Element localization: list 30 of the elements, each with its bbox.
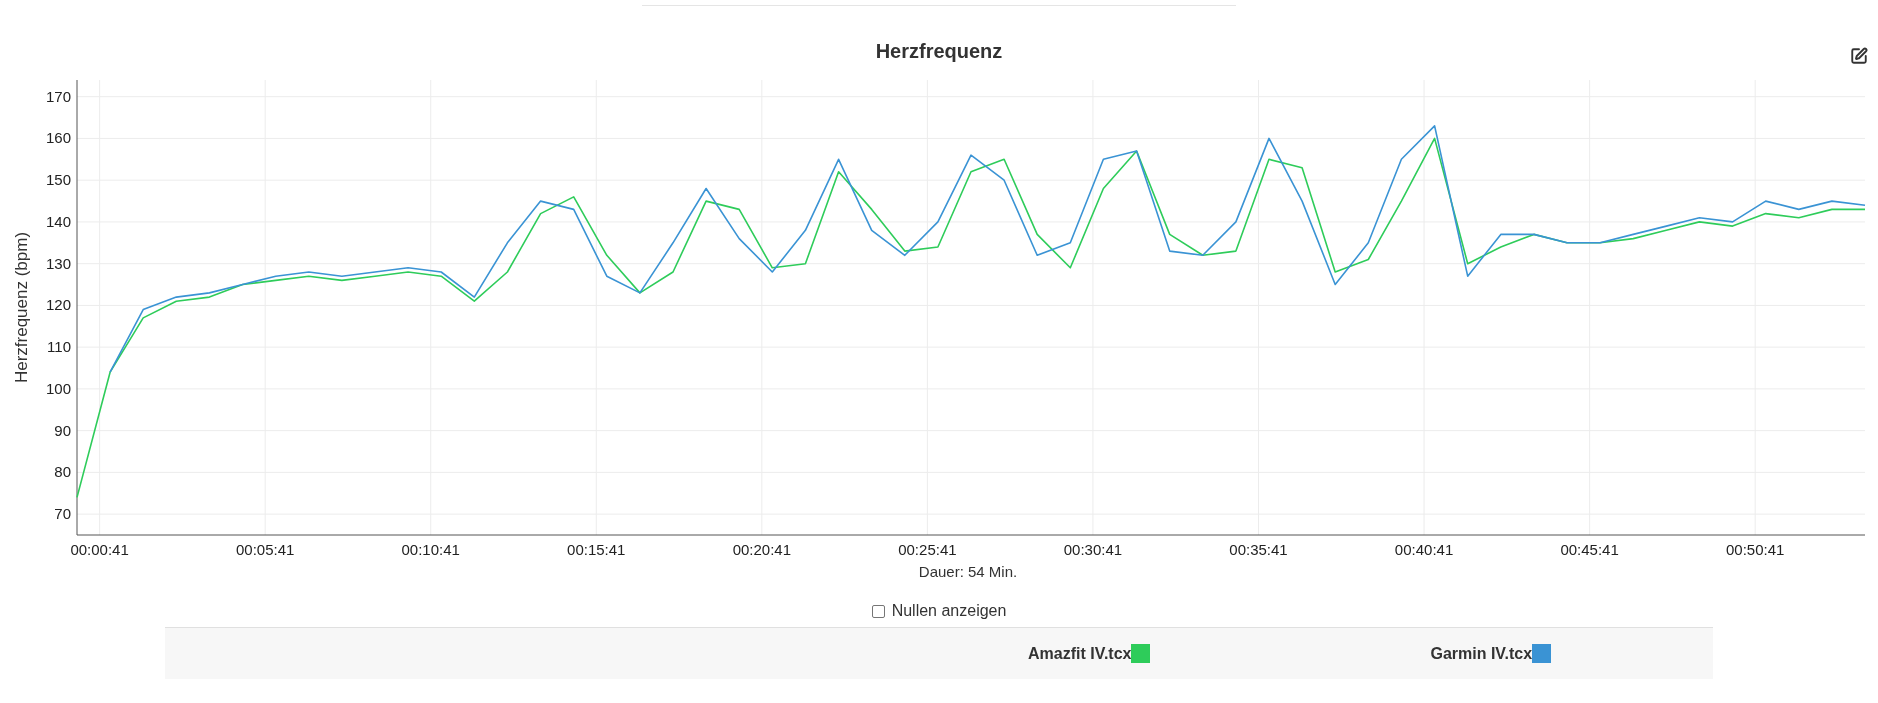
x-axis-label: Dauer: 54 Min. — [918, 563, 1018, 580]
x-tick-label: 00:25:41 — [898, 541, 957, 558]
x-tick-label: 00:50:41 — [1726, 541, 1785, 558]
y-tick-label: 80 — [54, 463, 71, 481]
y-tick-label: 140 — [45, 212, 71, 230]
y-tick-label: 170 — [45, 87, 71, 105]
y-tick-label: 150 — [45, 171, 71, 189]
y-tick-label: 100 — [45, 379, 71, 397]
x-tick-label: 00:35:41 — [1229, 541, 1288, 558]
x-tick-label: 00:30:41 — [1063, 541, 1123, 558]
y-tick-label: 70 — [54, 505, 71, 523]
x-tick-label: 00:10:41 — [401, 541, 460, 558]
x-tick-label: 00:45:41 — [1560, 541, 1619, 558]
y-tick-label: 130 — [45, 254, 71, 272]
x-tick-label: 00:20:41 — [732, 541, 792, 558]
x-tick-label: 00:00:41 — [70, 541, 129, 558]
y-tick-label: 120 — [45, 296, 71, 314]
chart-title: Herzfrequenz — [875, 39, 1003, 64]
y-tick-label: 90 — [54, 421, 71, 439]
legend-label[interactable]: Garmin IV.tcx — [1430, 641, 1533, 666]
y-tick-label: 110 — [47, 338, 71, 356]
checkbox-label[interactable]: Nullen anzeigen — [891, 599, 1007, 623]
zeros-checkbox[interactable] — [871, 604, 885, 618]
edit-icon[interactable] — [1850, 47, 1868, 65]
x-tick-label: 00:05:41 — [236, 541, 295, 558]
legend-label[interactable]: Amazfit IV.tcx — [1028, 641, 1132, 666]
x-tick-label: 00:40:41 — [1394, 541, 1454, 558]
y-axis-label: Herzfrequenz (bpm) — [12, 231, 31, 384]
y-tick-label: 160 — [45, 129, 71, 147]
x-tick-label: 00:15:41 — [567, 541, 626, 558]
